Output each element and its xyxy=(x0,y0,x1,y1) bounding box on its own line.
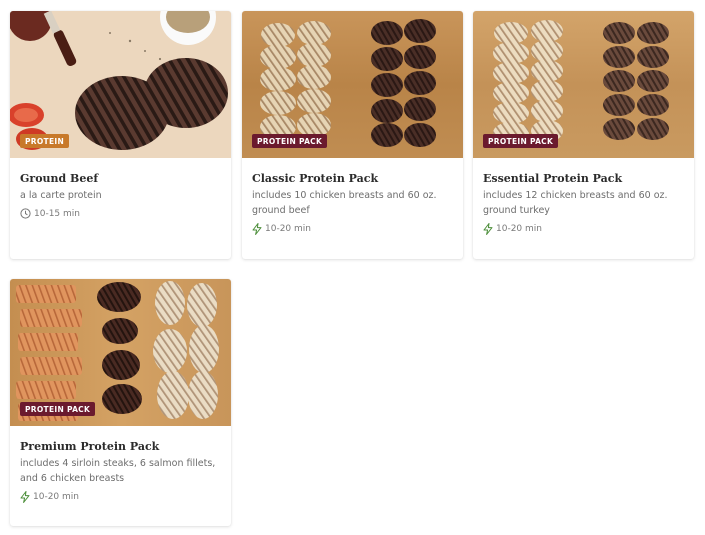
lightning-bolt-icon xyxy=(252,223,262,235)
essential-protein-pack-photo: PROTEIN PACK xyxy=(473,11,694,158)
card-title: Premium Protein Pack xyxy=(20,440,160,453)
meal-card-essential-protein-pack[interactable]: PROTEIN PACK Essential Protein Pack incl… xyxy=(473,11,694,259)
premium-protein-pack-photo: PROTEIN PACK xyxy=(10,279,231,426)
category-badge: PROTEIN PACK xyxy=(20,402,96,416)
prep-time: 10-20 min xyxy=(20,491,221,503)
prep-time-label: 10-15 min xyxy=(34,208,80,219)
card-title: Classic Protein Pack xyxy=(252,172,379,185)
card-description: includes 12 chicken breasts and 60 oz. g… xyxy=(483,190,668,216)
prep-time-label: 10-20 min xyxy=(265,224,311,234)
classic-protein-pack-photo: PROTEIN PACK xyxy=(242,11,463,158)
prep-time: 10-20 min xyxy=(483,223,684,235)
card-description: includes 10 chicken breasts and 60 oz. g… xyxy=(252,190,437,216)
card-description: a la carte protein xyxy=(20,190,102,201)
card-title: Ground Beef xyxy=(20,172,99,185)
prep-time-label: 10-20 min xyxy=(496,224,542,234)
prep-time: 10-15 min xyxy=(20,208,221,219)
prep-time: 10-20 min xyxy=(252,223,453,235)
category-badge: PROTEIN PACK xyxy=(483,134,559,148)
meal-card-premium-protein-pack[interactable]: PROTEIN PACK Premium Protein Pack includ… xyxy=(10,279,231,526)
lightning-bolt-icon xyxy=(483,223,493,235)
card-description: includes 4 sirloin steaks, 6 salmon fill… xyxy=(20,458,216,484)
clock-icon xyxy=(20,208,31,219)
meal-card-classic-protein-pack[interactable]: PROTEIN PACK Classic Protein Pack includ… xyxy=(242,11,463,259)
card-title: Essential Protein Pack xyxy=(483,172,623,185)
category-badge: PROTEIN PACK xyxy=(252,134,328,148)
lightning-bolt-icon xyxy=(20,491,30,503)
prep-time-label: 10-20 min xyxy=(33,492,79,502)
meal-card-ground-beef[interactable]: PROTEIN Ground Beef a la carte protein 1… xyxy=(10,11,231,259)
category-badge: PROTEIN xyxy=(20,134,70,148)
ground-beef-photo: PROTEIN xyxy=(10,11,231,158)
